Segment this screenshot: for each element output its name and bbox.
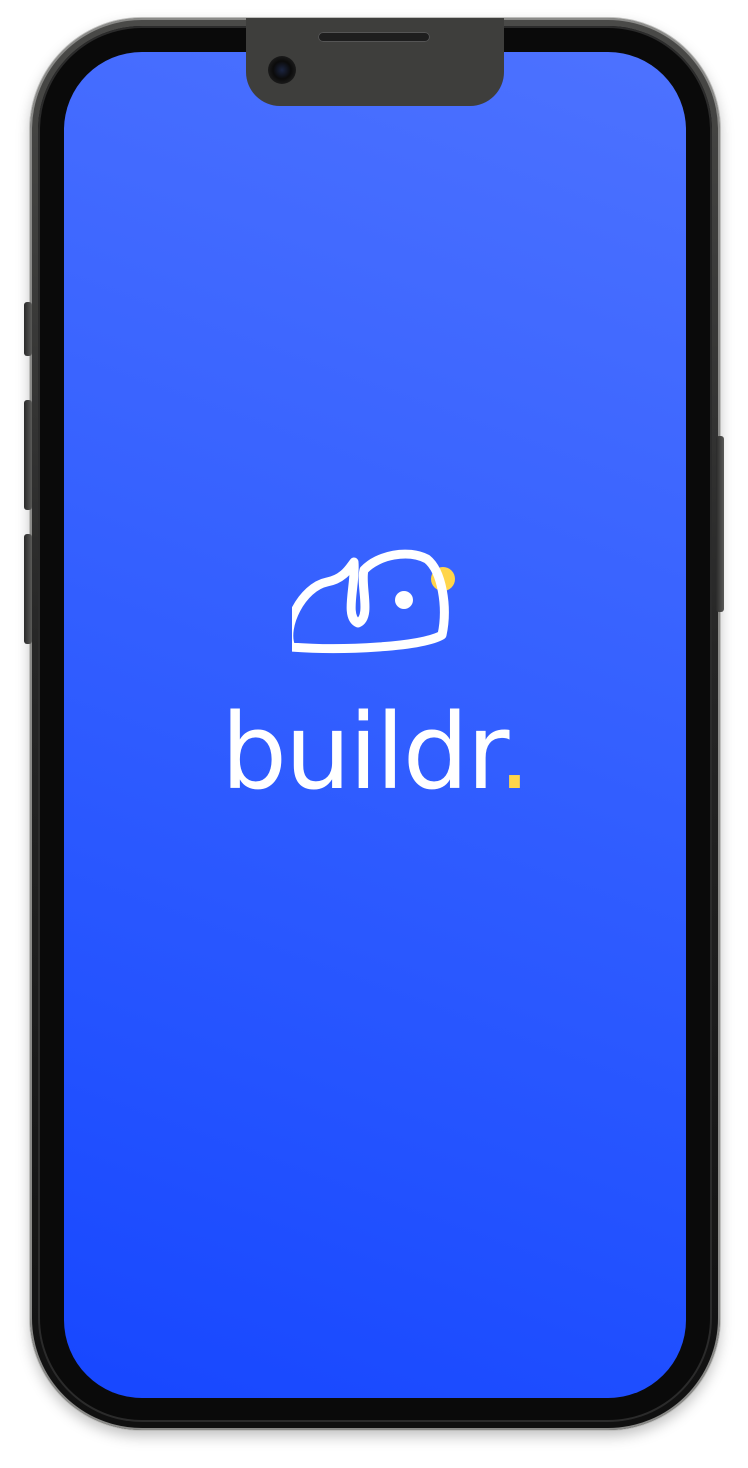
power-button (716, 436, 724, 612)
logo-white-dot (395, 591, 413, 609)
app-name: buildr (220, 691, 500, 813)
earpiece-speaker (318, 32, 430, 42)
volume-up-button (24, 400, 32, 510)
logo-figure-outline (292, 549, 449, 653)
app-wordmark: buildr. (64, 700, 686, 804)
app-name-dot: . (497, 691, 531, 813)
front-camera (268, 56, 296, 84)
buildr-logo-icon (292, 549, 455, 653)
splash-screen: buildr. (64, 52, 686, 1398)
silent-switch (24, 302, 32, 356)
volume-down-button (24, 534, 32, 644)
